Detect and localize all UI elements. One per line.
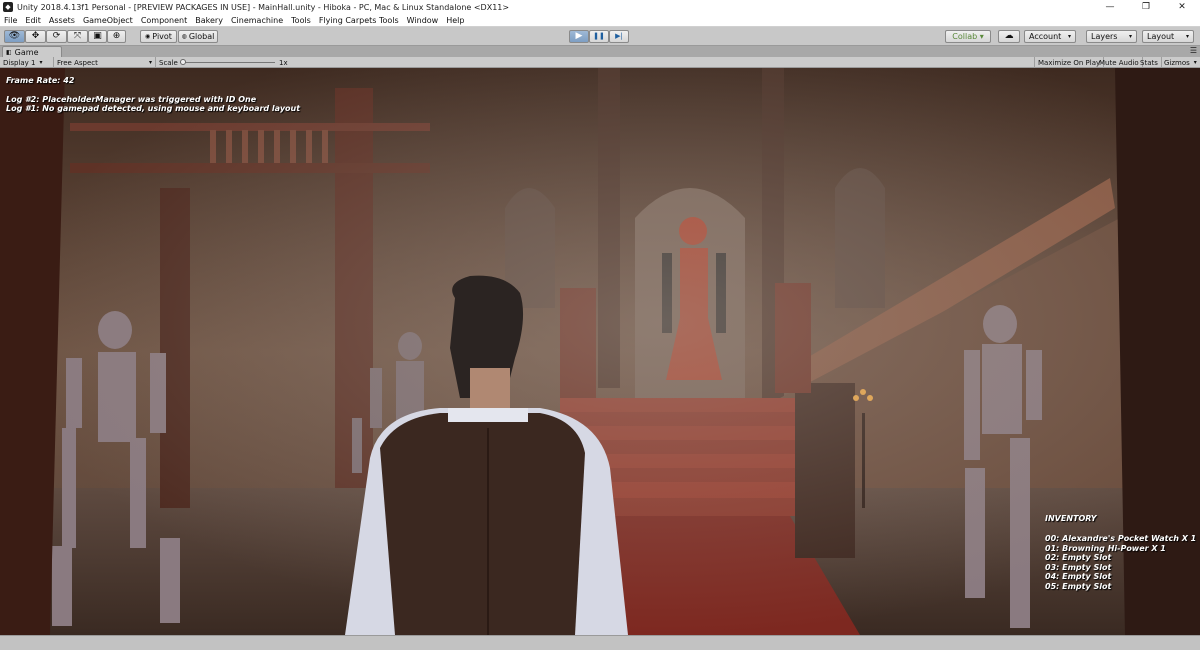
cloud-services-button[interactable]: ☁ (998, 30, 1020, 43)
frame-rate-label: Frame Rate: 42 (6, 76, 75, 85)
display-dropdown[interactable]: Display 1 ▾ (0, 57, 54, 68)
menu-cinemachine[interactable]: Cinemachine (227, 14, 287, 27)
inventory-item: 02: Empty Slot (1045, 553, 1112, 562)
inventory-panel: INVENTORY 00: Alexandre's Pocket Watch X… (1045, 514, 1196, 591)
tab-game[interactable]: ◧ Game (2, 46, 62, 57)
game-viewport[interactable]: Frame Rate: 42 Log #2: PlaceholderManage… (0, 68, 1200, 635)
layout-dropdown[interactable]: Layout ▾ (1142, 30, 1194, 43)
unity-logo-icon: ◆ (3, 2, 13, 12)
mute-audio-toggle[interactable]: Mute Audio (1096, 57, 1143, 68)
play-button[interactable]: ▶ (569, 30, 589, 43)
stats-toggle[interactable]: Stats (1137, 57, 1162, 68)
menu-window[interactable]: Window (403, 14, 443, 27)
caret-down-icon: ▾ (39, 59, 43, 66)
account-dropdown[interactable]: Account ▾ (1024, 30, 1076, 43)
gizmos-dropdown[interactable]: Gizmos ▾ (1161, 57, 1200, 68)
inventory-item: 04: Empty Slot (1045, 572, 1112, 581)
rotate-tool-button[interactable]: ⟳ (46, 30, 67, 43)
pivot-toggle-button[interactable]: ◉ Pivot (140, 30, 177, 43)
inventory-title: INVENTORY (1045, 514, 1097, 523)
menu-bakery[interactable]: Bakery (191, 14, 227, 27)
scale-icon: ⤧ (73, 31, 82, 41)
menu-edit[interactable]: Edit (21, 14, 45, 27)
collab-button[interactable]: Collab ▾ (945, 30, 991, 43)
cloud-icon: ☁ (1004, 31, 1014, 41)
transform-tool-icon: ⊕ (112, 31, 121, 41)
menu-help[interactable]: Help (442, 14, 468, 27)
caret-down-icon: ▾ (1067, 33, 1071, 40)
caret-down-icon: ▾ (1185, 33, 1189, 40)
editor-tab-bar: ◧ Game ☰ (0, 46, 1200, 57)
scale-slider-track[interactable] (180, 62, 275, 63)
layers-dropdown[interactable]: Layers ▾ (1086, 30, 1137, 43)
window-title: Unity 2018.4.13f1 Personal - [PREVIEW PA… (17, 2, 510, 12)
step-icon: ▶| (615, 32, 623, 40)
view-tool-button[interactable]: 👁 (4, 30, 25, 43)
aspect-dropdown[interactable]: Free Aspect ▾ (54, 57, 156, 68)
debug-log-2: Log #2: PlaceholderManager was triggered… (6, 95, 257, 104)
eye-icon: 👁 (8, 31, 21, 41)
debug-log-1: Log #1: No gamepad detected, using mouse… (6, 104, 301, 113)
scale-slider-handle[interactable] (180, 59, 186, 65)
menu-bar: File Edit Assets GameObject Component Ba… (0, 14, 1200, 27)
main-toolbar: 👁 ✥ ⟳ ⤧ ▣ ⊕ ◉ Pivot ◍ Global ▶ ❚❚ ▶| Colla… (0, 27, 1200, 46)
move-icon: ✥ (31, 31, 40, 41)
window-title-bar: ◆ Unity 2018.4.13f1 Personal - [PREVIEW … (0, 0, 1200, 14)
rect-tool-button[interactable]: ▣ (88, 30, 107, 43)
caret-down-icon: ▾ (1193, 59, 1197, 66)
tab-options-icon[interactable]: ☰ (1190, 46, 1197, 55)
inventory-item: 00: Alexandre's Pocket Watch X 1 (1045, 534, 1197, 543)
globe-icon: ◍ (181, 33, 187, 40)
status-bar (0, 635, 1200, 650)
inventory-item: 03: Empty Slot (1045, 562, 1112, 572)
rect-tool-icon: ▣ (93, 31, 102, 41)
menu-flying-carpets-tools[interactable]: Flying Carpets Tools (315, 14, 403, 27)
inventory-item: 01: Browning Hi-Power X 1 (1045, 543, 1166, 553)
game-view-controls: Display 1 ▾ Free Aspect ▾ Scale 1x Maximiz… (0, 57, 1200, 68)
rotate-icon: ⟳ (52, 31, 61, 41)
close-button[interactable]: ✕ (1164, 0, 1200, 14)
maximize-button[interactable]: ❐ (1128, 0, 1164, 14)
pause-button[interactable]: ❚❚ (589, 30, 609, 43)
play-icon: ▶ (575, 31, 583, 41)
move-tool-button[interactable]: ✥ (25, 30, 46, 43)
transform-tool-button[interactable]: ⊕ (107, 30, 126, 43)
global-toggle-button[interactable]: ◍ Global (178, 30, 218, 43)
step-button[interactable]: ▶| (609, 30, 629, 43)
pivot-icon: ◉ (145, 33, 151, 40)
caret-down-icon: ▾ (148, 59, 152, 66)
scale-tool-button[interactable]: ⤧ (67, 30, 88, 43)
scale-value: 1x (279, 58, 288, 67)
menu-file[interactable]: File (0, 14, 21, 27)
menu-tools[interactable]: Tools (287, 14, 315, 27)
menu-component[interactable]: Component (137, 14, 191, 27)
minimize-button[interactable]: — (1092, 0, 1128, 14)
maximize-on-play-toggle[interactable]: Maximize On Play (1034, 57, 1105, 68)
inventory-item: 05: Empty Slot (1045, 581, 1112, 591)
menu-assets[interactable]: Assets (45, 14, 79, 27)
menu-gameobject[interactable]: GameObject (79, 14, 137, 27)
game-controller-icon: ◧ (6, 48, 12, 56)
pause-icon: ❚❚ (593, 32, 605, 40)
game-scene (0, 68, 1200, 635)
caret-down-icon: ▾ (1128, 33, 1132, 40)
